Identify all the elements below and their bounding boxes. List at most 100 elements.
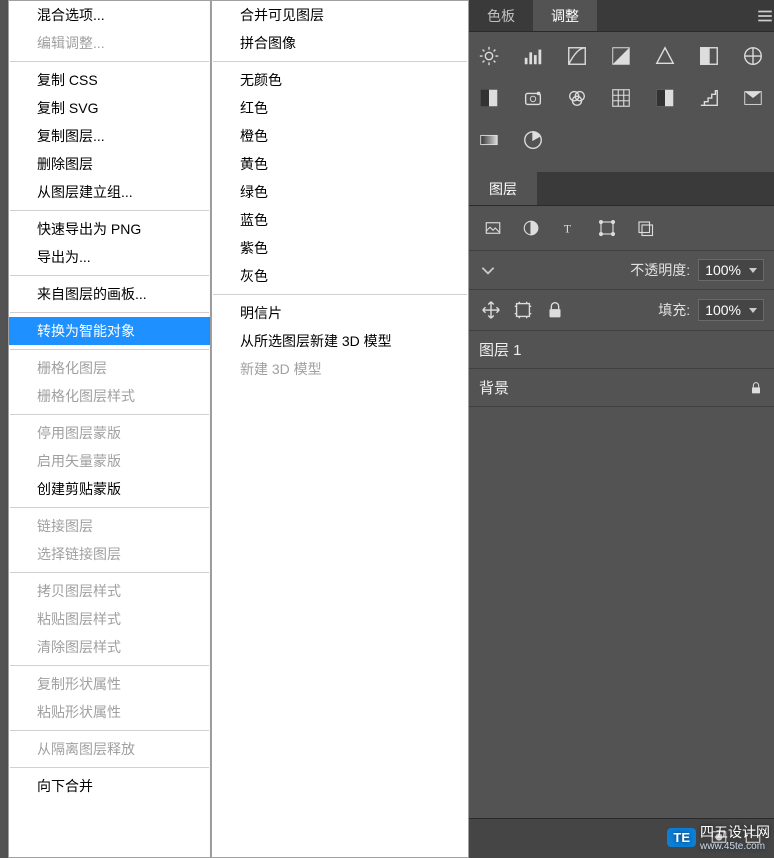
move-icon[interactable]: [479, 298, 503, 322]
lock-fill-row: 填充: 100%: [469, 290, 774, 331]
layer-name-background: 背景: [479, 377, 509, 398]
filter-text-icon[interactable]: T: [557, 216, 581, 240]
opacity-label: 不透明度:: [630, 260, 690, 280]
lock-icon[interactable]: [543, 298, 567, 322]
filter-image-icon[interactable]: [481, 216, 505, 240]
menu_right-item-7[interactable]: 绿色: [212, 178, 468, 206]
menu_right-item-8[interactable]: 蓝色: [212, 206, 468, 234]
adjustments-tab-bar: 色板 调整: [469, 0, 774, 32]
levels-icon[interactable]: [521, 44, 545, 68]
menu_right-item-10[interactable]: 灰色: [212, 262, 468, 290]
menu_right-item-0[interactable]: 合并可见图层: [212, 1, 468, 29]
layers-panel: 图层 T 不透明度: 100% 填充: 100%: [469, 172, 774, 407]
menu_left-item-28: 清除图层样式: [9, 633, 210, 661]
menu_left-separator: [10, 767, 209, 768]
gradient-map-icon[interactable]: [477, 128, 501, 152]
menu_left-item-20: 启用矢量蒙版: [9, 447, 210, 475]
menu_left-item-3[interactable]: 复制 CSS: [9, 66, 210, 94]
filter-shape-icon[interactable]: [595, 216, 619, 240]
opacity-value[interactable]: 100%: [698, 259, 764, 281]
watermark-url: www.45te.com: [700, 842, 770, 852]
adjustments-grid: [469, 32, 774, 164]
menu_right-item-14: 新建 3D 模型: [212, 355, 468, 383]
layer-filter-row: T: [469, 206, 774, 251]
threshold-icon[interactable]: [741, 86, 765, 110]
menu_right-item-12[interactable]: 明信片: [212, 299, 468, 327]
filter-smart-icon[interactable]: [633, 216, 657, 240]
watermark-text: 四五设计网: [700, 824, 770, 840]
curves-icon[interactable]: [565, 44, 589, 68]
menu_left-separator: [10, 275, 209, 276]
channel-mixer-icon[interactable]: [565, 86, 589, 110]
exposure-icon[interactable]: [609, 44, 633, 68]
menu_right-separator: [213, 294, 467, 295]
menu_left-separator: [10, 730, 209, 731]
panel-menu-icon[interactable]: [756, 0, 774, 31]
menu_left-item-14[interactable]: 转换为智能对象: [9, 317, 210, 345]
filter-adjust-icon[interactable]: [519, 216, 543, 240]
menu_left-item-24: 选择链接图层: [9, 540, 210, 568]
layer-row-background[interactable]: 背景: [469, 369, 774, 407]
menu_left-item-21[interactable]: 创建剪贴蒙版: [9, 475, 210, 503]
tab-layers[interactable]: 图层: [469, 172, 537, 205]
menu_left-item-5[interactable]: 复制图层...: [9, 122, 210, 150]
watermark-badge: TE: [667, 828, 696, 847]
menu_left-separator: [10, 210, 209, 211]
invert-icon[interactable]: [653, 86, 677, 110]
menu_right-item-6[interactable]: 黄色: [212, 150, 468, 178]
menu_left-item-0[interactable]: 混合选项...: [9, 1, 210, 29]
menu_left-separator: [10, 349, 209, 350]
vibrance-icon[interactable]: [653, 44, 677, 68]
menu_left-separator: [10, 414, 209, 415]
context-menu-right: 合并可见图层拼合图像无颜色红色橙色黄色绿色蓝色紫色灰色明信片从所选图层新建 3D…: [211, 0, 469, 858]
menu_left-item-12[interactable]: 来自图层的画板...: [9, 280, 210, 308]
artboard-icon[interactable]: [511, 298, 535, 322]
menu_left-separator: [10, 61, 209, 62]
menu_right-separator: [213, 61, 467, 62]
menu_right-item-3[interactable]: 无颜色: [212, 66, 468, 94]
menu_left-separator: [10, 507, 209, 508]
color-lookup-icon[interactable]: [609, 86, 633, 110]
fill-label: 填充:: [658, 300, 690, 320]
fill-value[interactable]: 100%: [698, 299, 764, 321]
posterize-icon[interactable]: [697, 86, 721, 110]
menu_left-item-35[interactable]: 向下合并: [9, 772, 210, 800]
tab-adjustments[interactable]: 调整: [533, 0, 597, 31]
menu_right-item-9[interactable]: 紫色: [212, 234, 468, 262]
lock-icon: [748, 380, 764, 396]
menu_left-item-26: 拷贝图层样式: [9, 577, 210, 605]
blend-opacity-row: 不透明度: 100%: [469, 251, 774, 290]
menu_left-item-27: 粘贴图层样式: [9, 605, 210, 633]
menu_right-item-5[interactable]: 橙色: [212, 122, 468, 150]
hue-icon[interactable]: [697, 44, 721, 68]
color-balance-icon[interactable]: [741, 44, 765, 68]
menu_left-item-30: 复制形状属性: [9, 670, 210, 698]
photo-filter-icon[interactable]: [521, 86, 545, 110]
menu_right-item-13[interactable]: 从所选图层新建 3D 模型: [212, 327, 468, 355]
menu_left-item-31: 粘贴形状属性: [9, 698, 210, 726]
context-menu-left: 混合选项...编辑调整... 复制 CSS复制 SVG复制图层...删除图层从图层…: [8, 0, 211, 858]
layer-row-1[interactable]: 图层 1: [469, 331, 774, 369]
brightness-icon[interactable]: [477, 44, 501, 68]
menu_left-item-19: 停用图层蒙版: [9, 419, 210, 447]
bw-icon[interactable]: [477, 86, 501, 110]
watermark: TE 四五设计网 www.45te.com: [667, 822, 770, 852]
menu_left-item-4[interactable]: 复制 SVG: [9, 94, 210, 122]
menu_left-item-17: 栅格化图层样式: [9, 382, 210, 410]
menu_left-item-33: 从隔离图层释放: [9, 735, 210, 763]
menu_left-item-7[interactable]: 从图层建立组...: [9, 178, 210, 206]
menu_left-item-10[interactable]: 导出为...: [9, 243, 210, 271]
menu_left-separator: [10, 572, 209, 573]
tab-swatches[interactable]: 色板: [469, 0, 533, 31]
menu_left-item-23: 链接图层: [9, 512, 210, 540]
menu_left-item-6[interactable]: 删除图层: [9, 150, 210, 178]
chevron-down-icon[interactable]: [479, 261, 497, 279]
menu_left-item-1: 编辑调整...: [9, 29, 210, 57]
panels-area: 色板 调整 图层: [469, 0, 774, 858]
menu_left-separator: [10, 312, 209, 313]
menu_right-item-4[interactable]: 红色: [212, 94, 468, 122]
selective-color-icon[interactable]: [521, 128, 545, 152]
menu_right-item-1[interactable]: 拼合图像: [212, 29, 468, 57]
menu_left-separator: [10, 665, 209, 666]
menu_left-item-9[interactable]: 快速导出为 PNG: [9, 215, 210, 243]
